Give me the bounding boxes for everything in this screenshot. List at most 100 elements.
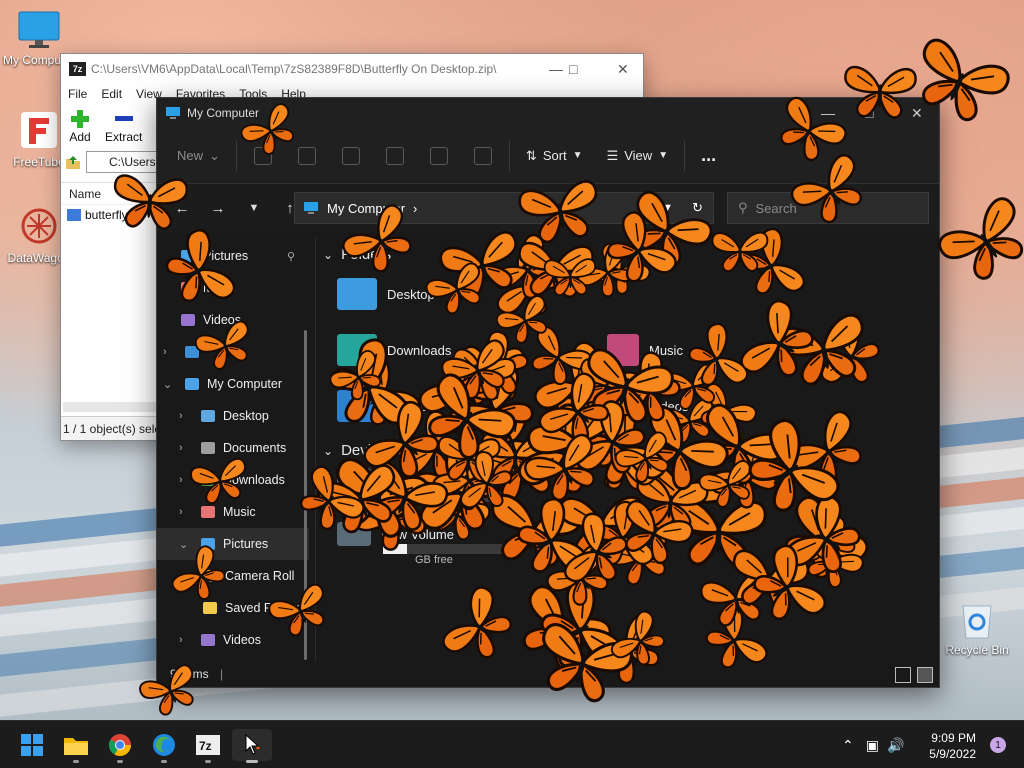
back-arrow-icon[interactable]: ← [167, 200, 197, 217]
butterfly-graphic [938, 197, 1023, 280]
sidebar-item-camera-roll[interactable]: Camera Roll [157, 560, 309, 592]
explorer-command-bar: New ⌄ ⇅ Sort ▼ ☰ View ▼ ... [157, 128, 939, 184]
sidebar-item-pictures[interactable]: ⌄ Pictures [157, 528, 309, 560]
sidebar-item-desktop[interactable]: › Desktop [157, 400, 309, 432]
drive-free-text: GB free [415, 554, 453, 566]
folder-tile-pictures[interactable]: Pictures [337, 390, 434, 422]
recent-locations-icon[interactable]: ▼ [239, 202, 269, 214]
start-button[interactable] [12, 729, 52, 761]
add-button[interactable]: Add [69, 108, 91, 146]
notification-badge[interactable]: 1 [990, 737, 1006, 753]
sidebar-item-videos[interactable]: › Videos [157, 624, 309, 656]
sevenzip-titlebar[interactable]: 7z C:\Users\VM6\AppData\Local\Temp\7zS82… [61, 54, 643, 84]
sidebar-item-pictures[interactable]: Pictures ⚲ [157, 240, 309, 272]
share-icon[interactable] [429, 146, 448, 165]
datawagon-icon [21, 208, 57, 244]
chevron-up-icon[interactable]: ⌃ [842, 737, 854, 754]
sidebar-item-onedrive[interactable]: › [157, 336, 309, 368]
toolbar-divider [684, 140, 686, 171]
sidebar-item-documents[interactable]: › Documents [157, 432, 309, 464]
sidebar-item-videos[interactable]: Videos [157, 304, 309, 336]
chevron-down-icon: ▼ [572, 150, 583, 161]
tile-label: Downloads [387, 342, 452, 358]
search-field[interactable]: ⚲ Search [727, 192, 929, 224]
sort-button[interactable]: ⇅ Sort ▼ [514, 139, 595, 173]
delete-icon[interactable] [473, 146, 492, 165]
windows-logo-icon [21, 734, 43, 756]
up-folder-icon[interactable] [64, 153, 82, 171]
pane-divider[interactable] [315, 238, 316, 661]
address-dropdown-icon[interactable]: ▼ [662, 202, 673, 214]
network-icon[interactable]: ▣ [866, 737, 879, 754]
sidebar-item-music[interactable]: Music [157, 272, 309, 304]
folder-tile-desktop[interactable]: Desktop [337, 278, 435, 310]
taskbar-file-explorer[interactable] [56, 729, 96, 763]
maximize-icon[interactable]: □ [569, 61, 577, 77]
volume-icon[interactable]: 🔊 [887, 737, 904, 754]
downloads-folder-icon [337, 334, 377, 366]
sidebar-scrollbar[interactable] [304, 330, 307, 660]
taskbar-chrome[interactable] [100, 729, 140, 763]
taskbar-butterfly-app[interactable] [232, 729, 272, 763]
refresh-icon[interactable]: ↻ [692, 200, 703, 216]
extract-button[interactable]: Extract [105, 108, 142, 146]
pin-icon: ⚲ [286, 250, 295, 263]
minimize-icon[interactable]: — [821, 105, 835, 121]
item-count: 9 items [170, 667, 209, 681]
tiles-view-icon[interactable] [917, 667, 933, 683]
running-indicator [73, 760, 79, 763]
sidebar-item-downloads[interactable]: › Downloads [157, 464, 309, 496]
downloads-icon [201, 474, 215, 486]
maximize-icon[interactable]: □ [865, 105, 873, 121]
drive-tile-new-volume[interactable]: New Volume [337, 522, 454, 546]
menu-edit[interactable]: Edit [101, 87, 122, 101]
sidebar-item-my-computer[interactable]: ⌄ My Computer [157, 368, 309, 400]
new-button[interactable]: New ⌄ [165, 139, 232, 173]
details-view-icon[interactable] [895, 667, 911, 683]
minimize-icon[interactable]: — [549, 61, 563, 77]
view-button[interactable]: ☰ View ▼ [595, 139, 681, 173]
folder-tile-videos[interactable]: Videos [607, 390, 689, 422]
folder-tile-music[interactable]: Music [607, 334, 683, 366]
close-icon[interactable]: ✕ [911, 105, 923, 122]
taskbar-edge[interactable] [144, 729, 184, 763]
chevron-right-icon: › [413, 200, 418, 216]
cut-icon[interactable] [253, 146, 272, 165]
desktop-icon-recycle-bin[interactable]: Recycle Bin [940, 598, 1014, 657]
chevron-down-icon: ⌄ [179, 538, 189, 551]
status-separator: | [220, 667, 224, 681]
desktop-icon-label: FreeTube [13, 155, 65, 169]
sidebar-item-label: Videos [203, 313, 241, 327]
explorer-window[interactable]: My Computer — □ ✕ New ⌄ ⇅ Sort ▼ ☰ View … [156, 97, 940, 688]
minus-icon [114, 116, 133, 121]
taskbar-7zip[interactable]: 7z [188, 729, 228, 763]
rename-icon[interactable] [385, 146, 404, 165]
folder-icon [203, 570, 217, 582]
folders-section-header[interactable]: ⌄ Folders [323, 246, 391, 263]
sidebar-item-label: Music [203, 281, 236, 295]
more-options-button[interactable]: ... [689, 139, 728, 173]
folder-icon [203, 602, 217, 614]
sidebar-item-saved-pictures[interactable]: Saved Pictures [157, 592, 309, 624]
cloud-icon [185, 346, 199, 358]
drive-tile-c[interactable]: Local Disk (C:) [337, 468, 466, 492]
monitor-icon [166, 107, 180, 119]
desktop-folder-icon [337, 278, 377, 310]
forward-arrow-icon[interactable]: → [203, 200, 233, 217]
clock[interactable]: 9:09 PM 5/9/2022 [929, 730, 976, 762]
copy-icon[interactable] [297, 146, 316, 165]
chrome-icon [109, 734, 131, 756]
horizontal-scrollbar[interactable] [63, 402, 159, 412]
paste-icon[interactable] [341, 146, 360, 165]
drives-section-header[interactable]: ⌄ Devices and drives [323, 442, 468, 459]
sidebar-item-music[interactable]: › Music [157, 496, 309, 528]
close-icon[interactable]: ✕ [617, 61, 629, 78]
explorer-address-bar[interactable]: My Computer › ▼ ↻ [294, 192, 714, 224]
explorer-titlebar[interactable]: My Computer — □ ✕ [157, 98, 939, 128]
search-icon: ⚲ [738, 200, 748, 215]
folder-tile-downloads[interactable]: Downloads [337, 334, 451, 366]
section-title: Devices and drives [341, 442, 468, 459]
toolbar-divider [508, 140, 510, 171]
sidebar-item-label: Documents [223, 441, 287, 455]
menu-file[interactable]: File [68, 87, 87, 101]
